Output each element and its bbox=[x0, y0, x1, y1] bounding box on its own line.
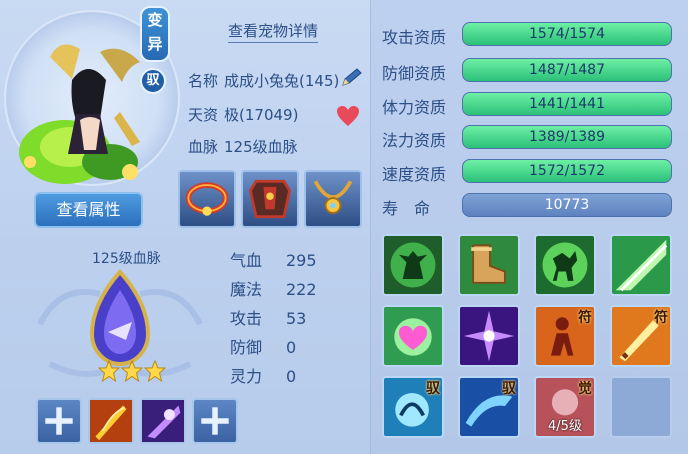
lifespan-bar: 10773 bbox=[462, 193, 672, 217]
stat-row-mp: 魔法 222 bbox=[230, 279, 317, 301]
green-slash-skill-icon bbox=[612, 236, 670, 294]
lifespan-row: 寿 命 10773 bbox=[382, 193, 674, 219]
stat-row-attack: 攻击 53 bbox=[230, 308, 306, 330]
skill-slot-2[interactable] bbox=[458, 234, 520, 296]
equip-slot-armor[interactable] bbox=[241, 170, 299, 228]
aptitude-row-speed: 速度资质 1572/1572 bbox=[382, 159, 674, 185]
bloodline-star-icon bbox=[98, 360, 120, 382]
skill-rune-tag: 符 bbox=[654, 310, 668, 326]
aptitude-value: 极(17049) bbox=[224, 106, 299, 124]
skill-ride-tag: 驭 bbox=[426, 381, 440, 397]
stat-label: 灵力 bbox=[230, 367, 263, 386]
bloodline-skill-slot-purple[interactable] bbox=[140, 398, 186, 444]
skill-slot-11[interactable]: 觉 4/5级 bbox=[534, 376, 596, 438]
stat-row-defense: 防御 0 bbox=[230, 337, 296, 359]
aptitude-bar: 1572/1572 bbox=[462, 159, 672, 183]
skill-slot-3[interactable] bbox=[534, 234, 596, 296]
bloodline-star-icon bbox=[121, 360, 143, 382]
bloodline-row: 血脉 125级血脉 bbox=[188, 136, 298, 158]
skill-slot-1[interactable] bbox=[382, 234, 444, 296]
lifespan-value: 10773 bbox=[544, 197, 590, 213]
plus-icon bbox=[201, 407, 229, 435]
skill-slot-5[interactable] bbox=[382, 305, 444, 367]
necklace-icon bbox=[313, 180, 353, 214]
collar-icon bbox=[185, 182, 229, 216]
name-row: 名称 成成小兔兔(145) bbox=[188, 70, 339, 92]
skill-awaken-tag: 觉 bbox=[578, 381, 592, 397]
skill-rune-tag: 符 bbox=[578, 310, 592, 326]
aptitude-row: 天资 极(17049) bbox=[188, 104, 298, 126]
heart-skill-icon bbox=[384, 307, 442, 365]
stat-value: 295 bbox=[286, 251, 317, 270]
add-skill-slot-2[interactable] bbox=[192, 398, 238, 444]
skill-slot-12-empty[interactable] bbox=[610, 376, 672, 438]
view-pet-details-link[interactable]: 查看宠物详情 bbox=[228, 20, 319, 43]
pet-info-panel: 变 异 驭 查看属性 查看宠物详情 名称 成成小兔兔(145) 天资 极(17049… bbox=[0, 0, 370, 454]
skill-slot-7[interactable]: 符 bbox=[534, 305, 596, 367]
stat-value: 53 bbox=[286, 309, 307, 328]
aptitude-bar: 1574/1574 bbox=[462, 22, 672, 46]
fire-sword-icon bbox=[90, 400, 132, 442]
stat-value: 0 bbox=[286, 367, 297, 386]
aptitude-label: 速度资质 bbox=[382, 165, 447, 184]
aptitude-label: 法力资质 bbox=[382, 131, 447, 150]
skill-slot-8[interactable]: 符 bbox=[610, 305, 672, 367]
bloodline-skill-slot-fire[interactable] bbox=[88, 398, 134, 444]
aptitude-value: 1572/1572 bbox=[529, 163, 605, 179]
stat-label: 魔法 bbox=[230, 280, 263, 299]
ride-badge: 驭 bbox=[140, 68, 166, 94]
aptitude-value: 1441/1441 bbox=[529, 96, 605, 112]
purple-strike-icon bbox=[142, 400, 184, 442]
stat-row-hp: 气血 295 bbox=[230, 250, 317, 272]
aptitude-label: 攻击资质 bbox=[382, 28, 447, 47]
equip-slot-collar[interactable] bbox=[178, 170, 236, 228]
aptitude-label: 天资 bbox=[188, 106, 219, 124]
skill-slot-9[interactable]: 驭 bbox=[382, 376, 444, 438]
aptitude-label: 体力资质 bbox=[382, 98, 447, 117]
bloodline-star-icon bbox=[144, 360, 166, 382]
view-attributes-button[interactable]: 查看属性 bbox=[34, 192, 143, 228]
equip-slot-necklace[interactable] bbox=[304, 170, 362, 228]
aptitude-row-defense: 防御资质 1487/1487 bbox=[382, 58, 674, 84]
aptitude-bar: 1441/1441 bbox=[462, 92, 672, 116]
variant-badge: 变 异 bbox=[140, 6, 170, 62]
skill-ride-tag: 驭 bbox=[502, 381, 516, 397]
stat-value: 0 bbox=[286, 338, 297, 357]
lifespan-label: 寿 命 bbox=[382, 199, 431, 218]
stat-label: 气血 bbox=[230, 251, 263, 270]
stat-label: 防御 bbox=[230, 338, 263, 357]
aptitude-row-attack: 攻击资质 1574/1574 bbox=[382, 22, 674, 48]
aptitude-row-magic: 法力资质 1389/1389 bbox=[382, 125, 674, 151]
skill-slot-4[interactable] bbox=[610, 234, 672, 296]
aptitude-label: 防御资质 bbox=[382, 64, 447, 83]
stat-label: 攻击 bbox=[230, 309, 263, 328]
green-monster-skill-icon bbox=[384, 236, 442, 294]
add-skill-slot-1[interactable] bbox=[36, 398, 82, 444]
bloodline-emblem[interactable] bbox=[20, 254, 220, 389]
variant-badge-line1: 变 bbox=[147, 11, 163, 29]
armor-icon bbox=[248, 179, 292, 219]
aptitude-value: 1487/1487 bbox=[529, 62, 605, 78]
bloodline-value: 125级血脉 bbox=[224, 138, 298, 156]
name-value: 成成小兔兔(145) bbox=[224, 72, 340, 90]
variant-badge-line2: 异 bbox=[147, 35, 163, 53]
name-label: 名称 bbox=[188, 72, 219, 90]
stat-value: 222 bbox=[286, 280, 317, 299]
aptitude-value: 1389/1389 bbox=[529, 129, 605, 145]
favorite-heart-icon[interactable] bbox=[336, 105, 360, 127]
stat-row-spirit: 灵力 0 bbox=[230, 366, 296, 388]
skill-slot-10[interactable]: 驭 bbox=[458, 376, 520, 438]
purple-burst-skill-icon bbox=[460, 307, 518, 365]
edit-name-icon[interactable] bbox=[340, 68, 364, 88]
skill-level: 4/5级 bbox=[548, 419, 582, 434]
boot-skill-icon bbox=[460, 236, 518, 294]
skill-slot-6[interactable] bbox=[458, 305, 520, 367]
green-horse-skill-icon bbox=[536, 236, 594, 294]
aptitude-bar: 1487/1487 bbox=[462, 58, 672, 82]
plus-icon bbox=[45, 407, 73, 435]
aptitude-bar: 1389/1389 bbox=[462, 125, 672, 149]
bloodline-label: 血脉 bbox=[188, 138, 219, 156]
aptitude-value: 1574/1574 bbox=[529, 26, 605, 42]
aptitude-row-stamina: 体力资质 1441/1441 bbox=[382, 92, 674, 118]
